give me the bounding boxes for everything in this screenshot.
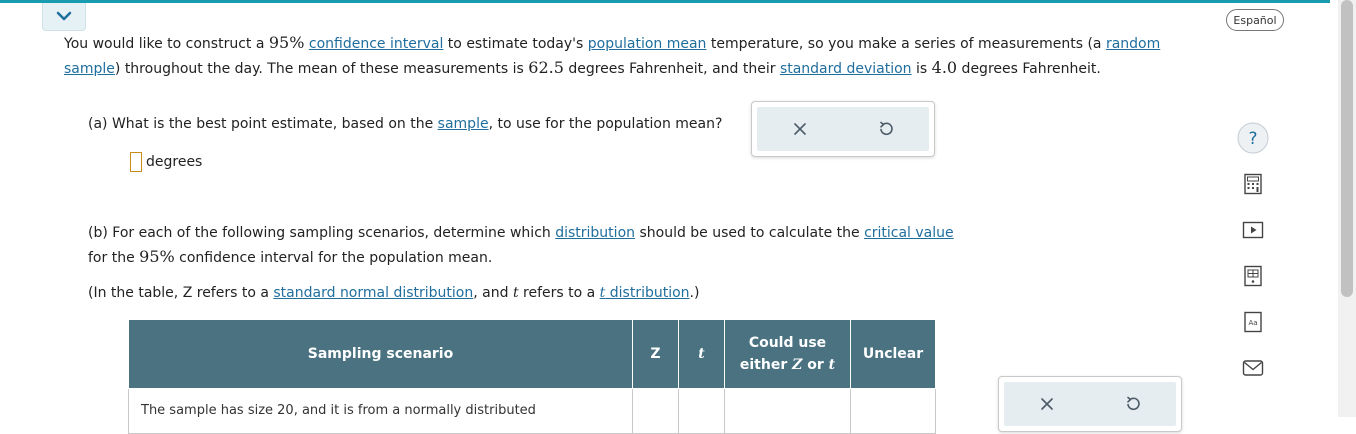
mail-button[interactable] — [1236, 351, 1270, 385]
link-distribution[interactable]: distribution — [555, 225, 635, 241]
scenario-cell: The sample has size 20, and it is from a… — [128, 388, 633, 434]
video-icon — [1242, 221, 1264, 239]
glossary-icon: Aa — [1244, 311, 1262, 333]
sample-mean-value: 62.5 — [528, 58, 564, 77]
video-button[interactable] — [1236, 213, 1270, 247]
radio-cell-z[interactable] — [632, 388, 679, 434]
mail-icon — [1242, 360, 1264, 376]
column-header-z: Z — [632, 319, 679, 389]
column-header-either: Could use either Z or t — [724, 319, 851, 389]
data-table-button[interactable] — [1236, 259, 1270, 293]
scrollbar-thumb[interactable] — [1341, 0, 1353, 297]
link-standard-deviation[interactable]: standard deviation — [780, 61, 912, 77]
language-button[interactable]: Español — [1226, 9, 1284, 31]
column-header-t: t — [678, 319, 725, 389]
link-confidence-interval[interactable]: confidence interval — [309, 36, 443, 52]
problem-intro: You would like to construct a 95% confid… — [64, 33, 1161, 77]
undo-button[interactable] — [871, 114, 901, 144]
help-icon: ? — [1237, 122, 1269, 154]
link-sample[interactable]: sample — [438, 116, 489, 132]
radio-cell-unclear[interactable] — [850, 388, 936, 434]
radio-cell-t[interactable] — [678, 388, 725, 434]
calculator-icon — [1244, 173, 1262, 195]
table-note: (In the table, Z refers to a standard no… — [88, 285, 700, 301]
radio-cell-either[interactable] — [724, 388, 851, 434]
part-a-question: (a) What is the best point estimate, bas… — [88, 116, 723, 132]
chevron-down-icon — [56, 9, 72, 25]
link-critical-value[interactable]: critical value — [864, 225, 954, 241]
close-icon — [794, 123, 806, 135]
close-icon — [1041, 398, 1053, 410]
undo-button-b[interactable] — [1118, 389, 1148, 419]
calculator-button[interactable] — [1236, 167, 1270, 201]
help-button[interactable]: ? — [1236, 121, 1270, 155]
answer-tools-panel-b — [998, 376, 1182, 432]
data-table-icon — [1244, 265, 1262, 287]
svg-text:?: ? — [1248, 129, 1257, 149]
part-b-question: (b) For each of the following sampling s… — [88, 225, 954, 266]
undo-icon — [880, 121, 893, 136]
confidence-level-b: 95% — [139, 247, 175, 266]
answer-tools-panel-a — [751, 101, 935, 157]
link-standard-normal-distribution[interactable]: standard normal distribution — [273, 285, 473, 301]
confidence-level: 95% — [268, 33, 305, 52]
link-random-sample-part1[interactable]: random — [1106, 36, 1160, 52]
right-gutter — [1310, 3, 1338, 417]
point-estimate-input[interactable] — [130, 152, 142, 172]
degrees-unit-label: degrees — [146, 154, 203, 170]
table-row: The sample has size 20, and it is from a… — [128, 388, 936, 434]
link-t-distribution[interactable]: t distribution — [600, 285, 690, 301]
clear-button-b[interactable] — [1032, 389, 1062, 419]
column-header-unclear: Unclear — [850, 319, 936, 389]
sample-sd-value: 4.0 — [931, 58, 958, 77]
point-estimate-answer-row: degrees — [130, 152, 202, 172]
link-population-mean[interactable]: population mean — [588, 36, 707, 52]
svg-text:Aa: Aa — [1248, 319, 1257, 327]
glossary-button[interactable]: Aa — [1236, 305, 1270, 339]
link-random-sample-part2[interactable]: sample — [64, 61, 115, 77]
clear-button[interactable] — [785, 114, 815, 144]
undo-icon — [1127, 396, 1140, 411]
collapse-button[interactable] — [42, 3, 86, 31]
top-accent-bar — [0, 0, 1330, 3]
column-header-scenario: Sampling scenario — [128, 319, 633, 389]
